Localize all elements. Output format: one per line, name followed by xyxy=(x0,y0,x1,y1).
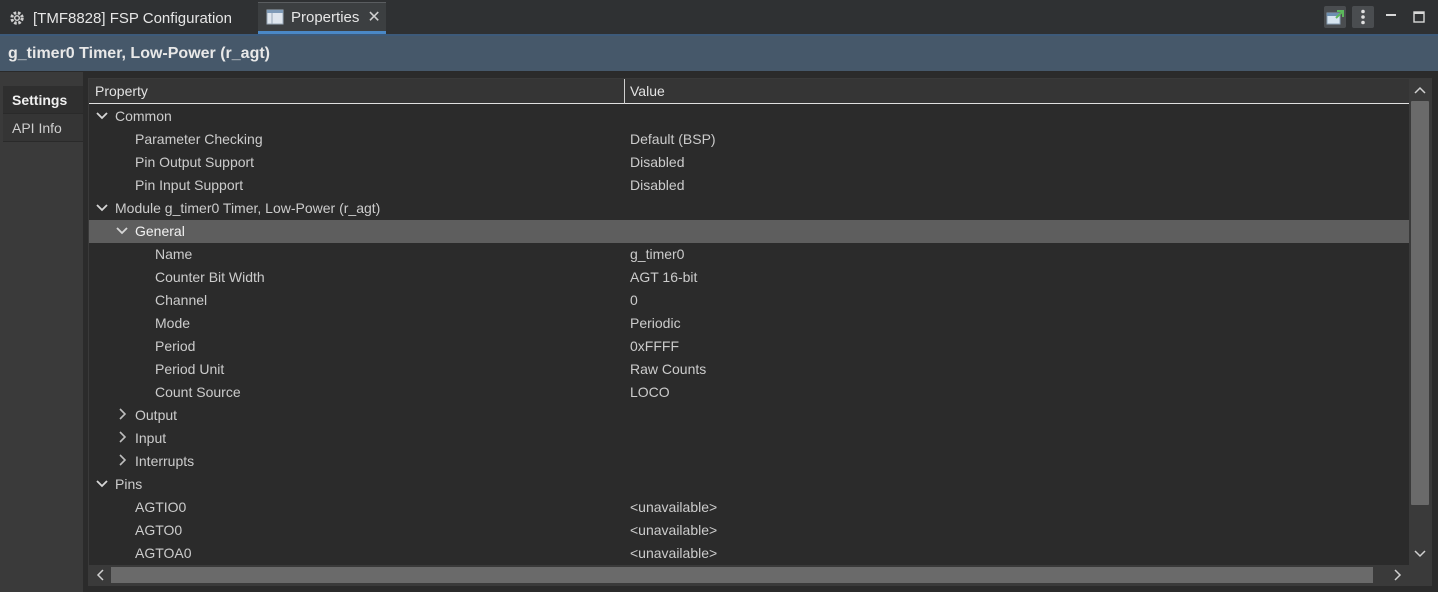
chevron-right-icon[interactable] xyxy=(115,453,129,467)
table-row[interactable]: Counter Bit Width AGT 16-bit xyxy=(89,266,1409,289)
column-header-property[interactable]: Property xyxy=(95,83,148,99)
property-name: AGTIO0 xyxy=(135,499,187,515)
table-row[interactable]: Period 0xFFFF xyxy=(89,335,1409,358)
table-row[interactable]: Pin Input Support Disabled xyxy=(89,174,1409,197)
table-row[interactable]: Module g_timer0 Timer, Low-Power (r_agt) xyxy=(89,197,1409,220)
table-row[interactable]: Interrupts xyxy=(89,450,1409,473)
property-name: General xyxy=(135,223,185,239)
view-menu-icon[interactable] xyxy=(1352,6,1374,28)
property-name: AGTO0 xyxy=(135,522,183,538)
property-name: Channel xyxy=(155,292,208,308)
tab-properties-label: Properties xyxy=(291,8,360,26)
property-value[interactable]: <unavailable> xyxy=(630,545,717,561)
table-row[interactable]: Pin Output Support Disabled xyxy=(89,151,1409,174)
chevron-down-icon[interactable] xyxy=(95,200,109,214)
property-name: Period Unit xyxy=(155,361,225,377)
scroll-down-icon[interactable] xyxy=(1411,545,1429,563)
horizontal-scroll-thumb[interactable] xyxy=(111,567,1373,583)
property-table: Property Value Common Parameter Checking D… xyxy=(88,78,1432,586)
table-row[interactable]: Common xyxy=(89,105,1409,128)
property-name: Common xyxy=(115,108,172,124)
property-value[interactable]: AGT 16-bit xyxy=(630,269,697,285)
property-name: Mode xyxy=(155,315,191,331)
table-row[interactable]: Name g_timer0 xyxy=(89,243,1409,266)
property-value[interactable]: Raw Counts xyxy=(630,361,706,377)
property-value[interactable]: Disabled xyxy=(630,177,684,193)
page-title: g_timer0 Timer, Low-Power (r_agt) xyxy=(8,45,270,62)
table-row[interactable]: Parameter Checking Default (BSP) xyxy=(89,128,1409,151)
tab-fsp-configuration-label: [TMF8828] FSP Configuration xyxy=(33,9,232,27)
property-value[interactable]: <unavailable> xyxy=(630,522,717,538)
table-row[interactable]: Output xyxy=(89,404,1409,427)
property-value[interactable]: Periodic xyxy=(630,315,681,331)
property-value[interactable]: g_timer0 xyxy=(630,246,684,262)
table-row[interactable]: AGTOA0 <unavailable> xyxy=(89,542,1409,565)
tab-fsp-configuration[interactable]: [TMF8828] FSP Configuration xyxy=(0,2,254,34)
view-toolbar xyxy=(1324,6,1430,28)
horizontal-scrollbar[interactable] xyxy=(89,565,1409,585)
table-row[interactable]: Pins xyxy=(89,473,1409,496)
table-row[interactable]: Mode Periodic xyxy=(89,312,1409,335)
property-name: Interrupts xyxy=(135,453,195,469)
table-header: Property Value xyxy=(89,79,1409,104)
property-name: Pin Input Support xyxy=(135,177,244,193)
property-value[interactable]: LOCO xyxy=(630,384,670,400)
property-value[interactable]: 0 xyxy=(630,292,638,308)
property-value[interactable]: Default (BSP) xyxy=(630,131,716,147)
property-name: Counter Bit Width xyxy=(155,269,265,285)
properties-icon xyxy=(266,8,284,26)
table-row[interactable]: General xyxy=(89,220,1409,243)
table-row[interactable]: AGTO0 <unavailable> xyxy=(89,519,1409,542)
chevron-down-icon[interactable] xyxy=(95,476,109,490)
column-separator[interactable] xyxy=(624,79,625,104)
scroll-up-icon[interactable] xyxy=(1411,81,1429,99)
scroll-left-icon[interactable] xyxy=(91,566,109,584)
vertical-scrollbar[interactable] xyxy=(1409,79,1431,565)
scrollbar-corner xyxy=(1409,565,1431,585)
minimize-icon[interactable] xyxy=(1380,6,1402,28)
table-row[interactable]: Input xyxy=(89,427,1409,450)
chevron-down-icon[interactable] xyxy=(95,108,109,122)
property-value[interactable]: 0xFFFF xyxy=(630,338,679,354)
maximize-icon[interactable] xyxy=(1408,6,1430,28)
chevron-down-icon[interactable] xyxy=(115,223,129,237)
property-value[interactable]: Disabled xyxy=(630,154,684,170)
table-row[interactable]: AGTIO0 <unavailable> xyxy=(89,496,1409,519)
column-header-value[interactable]: Value xyxy=(630,83,665,99)
property-value[interactable]: <unavailable> xyxy=(630,499,717,515)
property-name: Output xyxy=(135,407,178,423)
tab-api-info[interactable]: API Info xyxy=(3,114,83,142)
properties-title-banner: g_timer0 Timer, Low-Power (r_agt) xyxy=(0,36,1438,72)
chevron-right-icon[interactable] xyxy=(115,430,129,444)
scroll-right-icon[interactable] xyxy=(1389,566,1407,584)
property-name: Count Source xyxy=(155,384,241,400)
property-name: Period xyxy=(155,338,196,354)
property-name: Parameter Checking xyxy=(135,131,263,147)
tab-properties[interactable]: Properties ✕ xyxy=(258,2,386,34)
vertical-scroll-thumb[interactable] xyxy=(1411,101,1429,505)
table-row[interactable]: Count Source LOCO xyxy=(89,381,1409,404)
tab-settings[interactable]: Settings xyxy=(3,86,83,114)
gear-icon xyxy=(8,9,26,27)
properties-side-tabs: Settings API Info xyxy=(0,72,83,592)
property-name: Name xyxy=(155,246,193,262)
new-window-icon[interactable] xyxy=(1324,6,1346,28)
property-name: Pin Output Support xyxy=(135,154,255,170)
close-icon[interactable]: ✕ xyxy=(367,7,380,27)
editor-tab-bar: [TMF8828] FSP Configuration Properties ✕ xyxy=(0,0,1438,36)
table-row[interactable]: Period Unit Raw Counts xyxy=(89,358,1409,381)
chevron-right-icon[interactable] xyxy=(115,407,129,421)
property-name: Pins xyxy=(115,476,143,492)
property-name: Module g_timer0 Timer, Low-Power (r_agt) xyxy=(115,200,381,216)
property-name: Input xyxy=(135,430,167,446)
property-name: AGTOA0 xyxy=(135,545,192,561)
table-row[interactable]: Channel 0 xyxy=(89,289,1409,312)
